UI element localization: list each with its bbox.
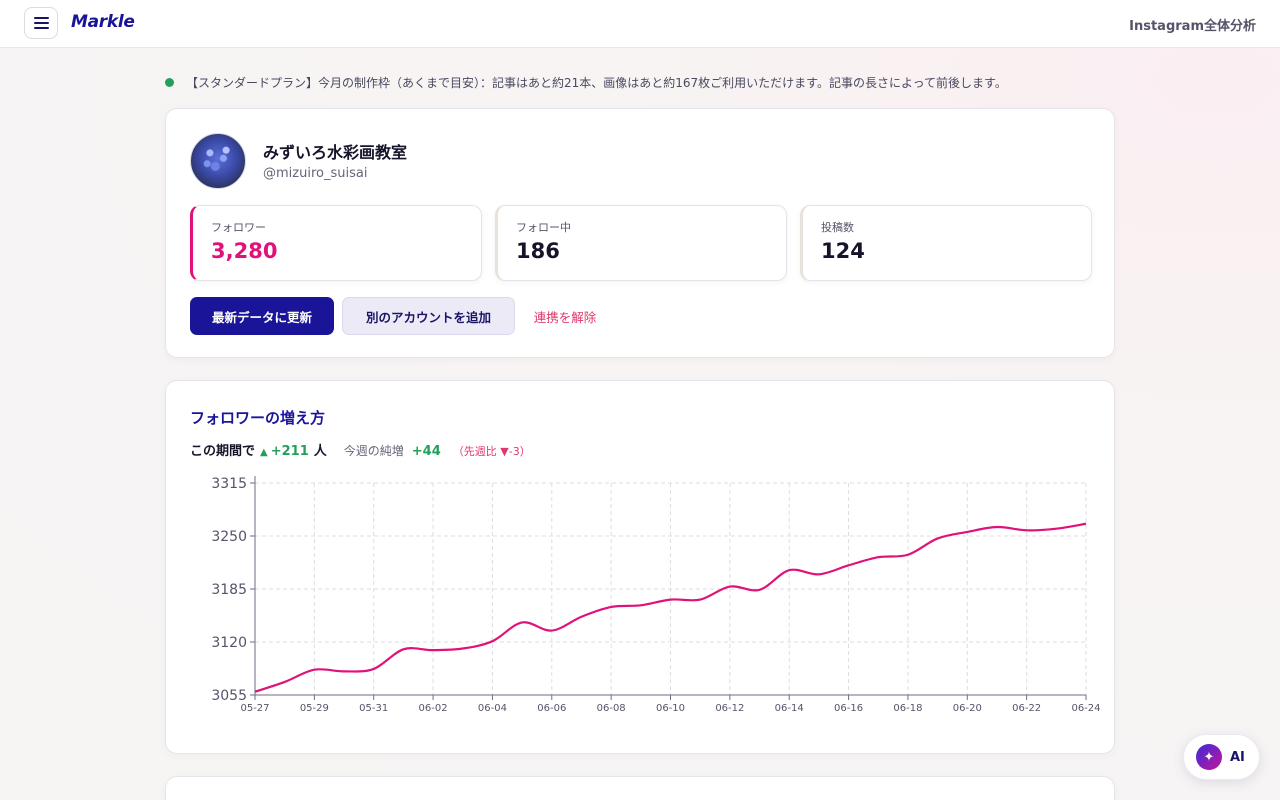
add-account-button[interactable]: 別のアカウントを追加 [342,297,515,335]
follower-growth-card: フォロワーの増え方 この期間で ▲ +211 人 今週の純増 +44 （先週比 … [165,380,1115,754]
app-logo[interactable]: Markle [71,12,135,32]
ai-label: AI [1230,749,1245,765]
stat-following: フォロー中 186 [495,205,787,281]
plan-notice-text: 【スタンダードプラン】今月の制作枠（あくまで目安）：記事はあと約21本、画像はあ… [186,75,1007,90]
next-card [165,776,1115,800]
x-tick-label: 06-06 [537,703,566,714]
page-title: Instagram全体分析 [1129,19,1256,34]
x-tick-label: 05-29 [300,703,329,714]
sparkle-icon: ✦ [1196,744,1222,770]
x-tick-label: 06-20 [953,703,982,714]
plan-notice: 【スタンダードプラン】今月の制作枠（あくまで目安）：記事はあと約21本、画像はあ… [165,73,1007,91]
y-tick-label: 3250 [211,529,247,545]
y-tick-label: 3055 [211,688,247,704]
status-dot-icon [165,77,174,87]
x-tick-label: 05-31 [359,703,388,714]
x-tick-label: 05-27 [240,703,269,714]
stat-label: 投稿数 [821,221,854,234]
stat-value: 3,280 [211,239,278,263]
x-tick-label: 06-18 [893,703,922,714]
stat-value: 186 [516,239,560,263]
profile-card: みずいろ水彩画教室 @mizuiro_suisai フォロワー 3,280 フォ… [165,108,1115,358]
x-tick-label: 06-04 [478,703,507,714]
account-handle: @mizuiro_suisai [263,166,368,181]
x-tick-label: 06-10 [656,703,685,714]
top-bar: Markle Instagram全体分析 [0,0,1280,48]
stat-value: 124 [821,239,865,263]
x-tick-label: 06-22 [1012,703,1041,714]
menu-button[interactable] [24,7,58,39]
stat-label: フォロー中 [516,221,571,234]
avatar [190,133,246,189]
account-name: みずいろ水彩画教室 [263,143,408,162]
y-tick-label: 3185 [211,582,247,598]
unlink-button[interactable]: 連携を解除 [525,297,605,335]
x-tick-label: 06-14 [775,703,804,714]
stat-posts: 投稿数 124 [800,205,1092,281]
x-tick-label: 06-02 [419,703,448,714]
x-tick-label: 06-08 [597,703,626,714]
hamburger-icon [33,17,49,29]
x-tick-label: 06-24 [1071,703,1100,714]
y-tick-label: 3120 [211,635,247,651]
stat-label: フォロワー [211,221,266,234]
refresh-data-button[interactable]: 最新データに更新 [190,297,334,335]
stat-followers: フォロワー 3,280 [190,205,482,281]
x-tick-label: 06-12 [715,703,744,714]
ai-assistant-button[interactable]: ✦ AI [1183,734,1260,780]
y-tick-label: 3315 [211,476,247,492]
x-tick-label: 06-16 [834,703,863,714]
follower-line-chart: 3055 3120 3185 3250 3315 05-27 05-29 05-31 06-02… [211,476,1101,714]
